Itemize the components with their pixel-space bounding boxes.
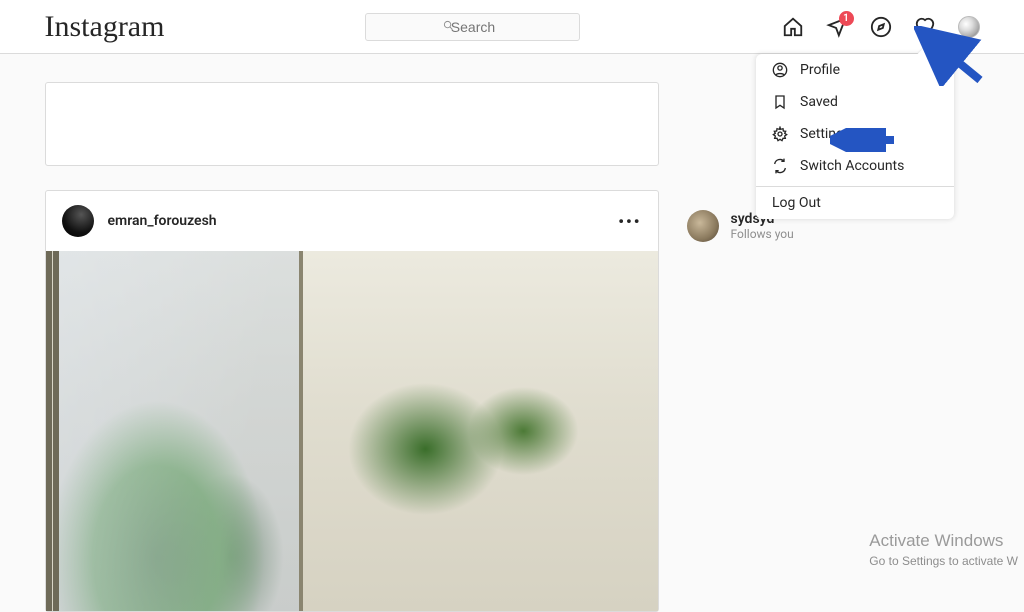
dropdown-label: Profile xyxy=(800,62,840,78)
search-wrap xyxy=(365,13,580,41)
dropdown-item-profile[interactable]: Profile xyxy=(756,54,954,86)
post-username[interactable]: emran_forouzesh xyxy=(108,213,217,229)
logo[interactable]: Instagram xyxy=(45,10,165,44)
post-image[interactable] xyxy=(46,251,658,611)
suggestion-subtext: Follows you xyxy=(731,227,794,241)
messages-icon[interactable]: 1 xyxy=(826,16,848,38)
stories-box[interactable] xyxy=(45,82,659,166)
feed-column: emran_forouzesh ••• xyxy=(45,82,659,612)
post-more-icon[interactable]: ••• xyxy=(618,212,641,231)
dropdown-item-settings[interactable]: Settings xyxy=(756,118,954,150)
nav-icons: 1 xyxy=(782,16,980,38)
top-nav-inner: Instagram 1 xyxy=(45,10,980,44)
dropdown-label: Log Out xyxy=(772,195,821,211)
dropdown-item-logout[interactable]: Log Out xyxy=(756,187,954,219)
explore-icon[interactable] xyxy=(870,16,892,38)
suggestion-avatar[interactable] xyxy=(687,210,719,242)
post-card: emran_forouzesh ••• xyxy=(45,190,659,612)
watermark-line2: Go to Settings to activate W xyxy=(869,553,1018,570)
dropdown-item-switch[interactable]: Switch Accounts xyxy=(756,150,954,182)
top-nav: Instagram 1 xyxy=(0,0,1024,54)
windows-watermark: Activate Windows Go to Settings to activ… xyxy=(869,529,1018,570)
messages-badge: 1 xyxy=(839,11,854,26)
watermark-line1: Activate Windows xyxy=(869,529,1018,553)
dropdown-label: Switch Accounts xyxy=(800,158,904,174)
post-image-window xyxy=(46,251,303,611)
post-user[interactable]: emran_forouzesh xyxy=(62,205,217,237)
dropdown-label: Settings xyxy=(800,126,851,142)
home-icon[interactable] xyxy=(782,16,804,38)
search-input[interactable] xyxy=(365,13,580,41)
settings-icon xyxy=(772,126,788,142)
switch-accounts-icon xyxy=(772,158,788,174)
activity-icon[interactable] xyxy=(914,16,936,38)
profile-dropdown: Profile Saved Settings Switch Accounts L… xyxy=(756,54,954,219)
profile-icon xyxy=(772,62,788,78)
dropdown-label: Saved xyxy=(800,94,838,110)
post-header: emran_forouzesh ••• xyxy=(46,191,658,251)
dropdown-item-saved[interactable]: Saved xyxy=(756,86,954,118)
post-avatar[interactable] xyxy=(62,205,94,237)
saved-icon xyxy=(772,94,788,110)
profile-avatar-nav[interactable] xyxy=(958,16,980,38)
